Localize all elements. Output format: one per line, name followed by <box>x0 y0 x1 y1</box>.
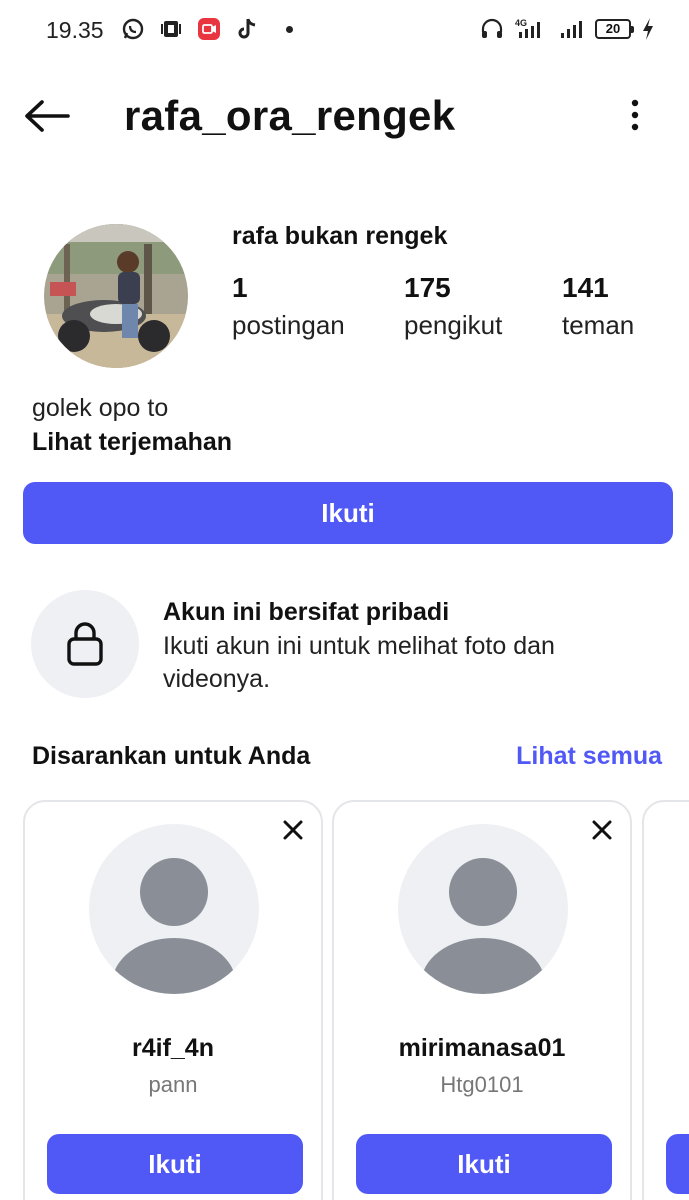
charging-icon <box>641 16 655 42</box>
signal-icon <box>559 16 585 42</box>
tiktok-icon <box>234 16 260 42</box>
headset-icon <box>479 16 505 42</box>
private-account-description: Ikuti akun ini untuk melihat foto dan vi… <box>163 632 555 693</box>
close-icon <box>283 820 303 840</box>
suggestion-username[interactable]: mirimanasa01 <box>334 1034 630 1063</box>
back-button[interactable] <box>22 96 72 136</box>
dismiss-suggestion-button[interactable] <box>590 818 614 842</box>
profile-header: rafa_ora_rengek <box>0 72 689 162</box>
more-vertical-icon <box>631 99 639 131</box>
private-account-title: Akun ini bersifat pribadi <box>163 598 450 626</box>
profile-avatar[interactable] <box>44 224 188 368</box>
see-all-link[interactable]: Lihat semua <box>516 742 662 771</box>
avatar-photo <box>44 224 188 368</box>
stat-label: pengikut <box>404 310 503 340</box>
default-avatar-icon <box>421 858 545 994</box>
signal-icon: 4G <box>515 16 549 42</box>
status-bar: 19.35 4G 20 <box>0 0 689 62</box>
dismiss-suggestion-button[interactable] <box>281 818 305 842</box>
stat-label: teman <box>562 310 635 340</box>
system-icons: 4G 20 <box>479 16 655 42</box>
more-options-button[interactable] <box>625 98 645 138</box>
battery-icon: 20 <box>595 19 634 39</box>
suggestion-follow-button[interactable]: Ikuti <box>47 1134 303 1194</box>
suggestion-follow-button[interactable]: Ikuti <box>356 1134 612 1194</box>
notification-icons <box>120 16 293 42</box>
stat-value: 175 <box>404 272 451 303</box>
whatsapp-icon <box>120 16 146 42</box>
back-arrow-icon <box>25 100 70 132</box>
stat-label: postingan <box>232 310 345 340</box>
default-avatar-icon <box>112 858 236 994</box>
stat-value: 141 <box>562 272 609 303</box>
suggestion-avatar[interactable] <box>398 824 568 994</box>
private-lock-badge <box>31 590 139 698</box>
suggestion-card[interactable]: mirimanasa01 Htg0101 Ikuti <box>332 800 632 1200</box>
stat-value: 1 <box>232 272 248 303</box>
suggestion-avatar[interactable] <box>89 824 259 994</box>
page-title: rafa_ora_rengek <box>124 92 456 139</box>
close-icon <box>592 820 612 840</box>
suggestions-title: Disarankan untuk Anda <box>32 742 311 770</box>
suggestion-username[interactable]: r4if_4n <box>25 1034 321 1063</box>
suggestion-card-partial[interactable] <box>642 800 689 1200</box>
status-time: 19.35 <box>46 17 104 43</box>
svg-text:4G: 4G <box>515 18 527 28</box>
suggestion-card[interactable]: r4if_4n pann Ikuti <box>23 800 323 1200</box>
suggestion-follow-button[interactable] <box>666 1134 689 1194</box>
stat-friends[interactable]: 141 teman <box>562 272 634 341</box>
display-name: rafa bukan rengek <box>232 222 448 250</box>
screen-record-icon <box>196 16 222 42</box>
follow-button[interactable]: Ikuti <box>23 482 673 544</box>
more-notifications-dot <box>286 25 293 33</box>
lock-icon <box>67 622 103 666</box>
see-translation-link[interactable]: Lihat terjemahan <box>32 428 232 457</box>
stat-followers[interactable]: 175 pengikut <box>404 272 502 341</box>
media-icon <box>158 16 184 42</box>
bio-text: golek opo to <box>32 394 169 422</box>
suggestion-name: pann <box>148 1072 198 1097</box>
suggestion-name: Htg0101 <box>440 1072 524 1097</box>
stat-posts[interactable]: 1 postingan <box>232 272 345 341</box>
